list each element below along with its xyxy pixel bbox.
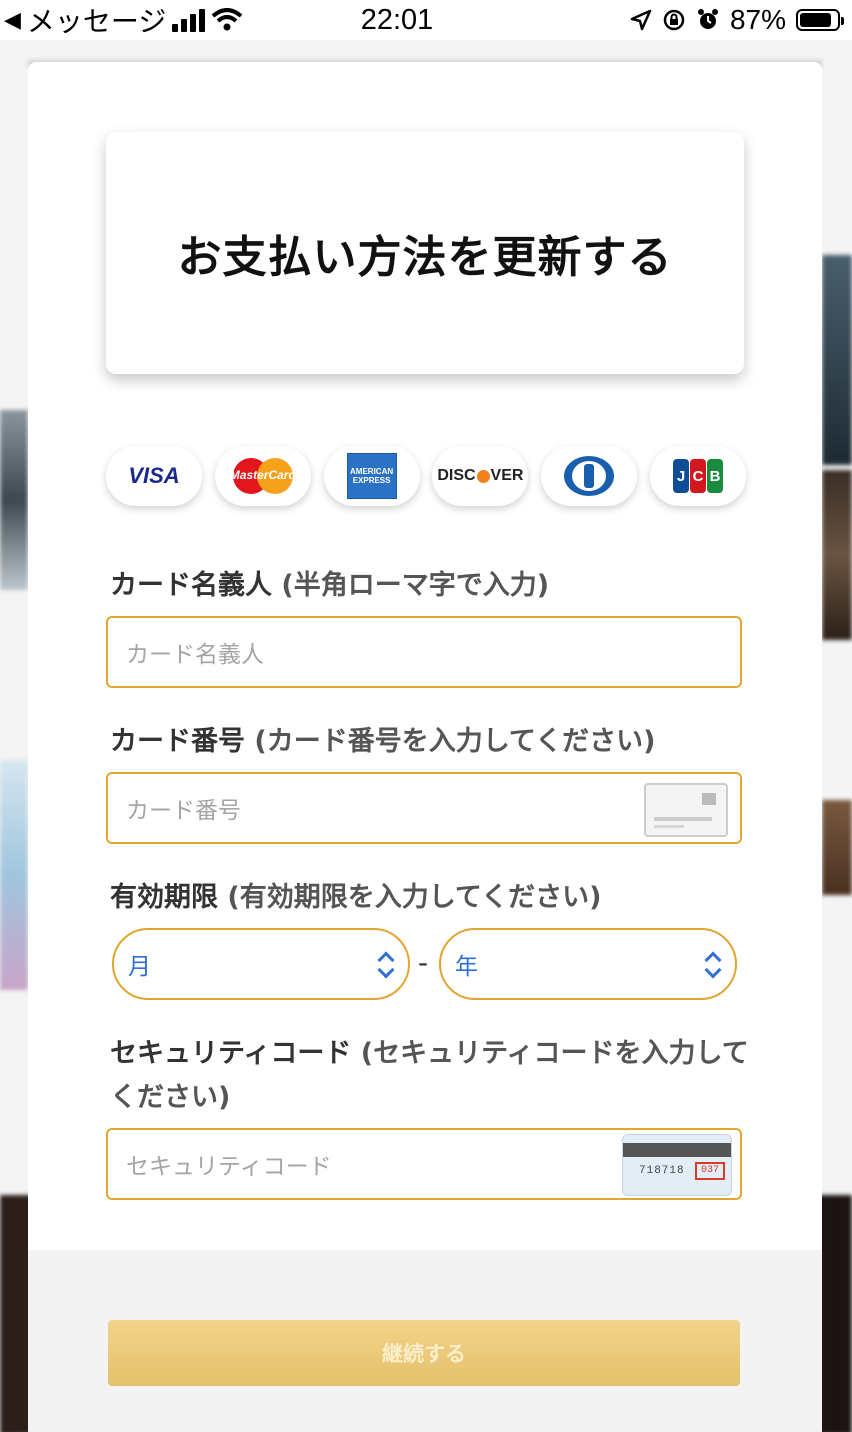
title-card: お支払い方法を更新する <box>106 132 744 374</box>
diners-logo <box>541 446 638 506</box>
card-holder-hint: (半角ローマ字で入力) <box>281 570 550 601</box>
expiry-label: 有効期限 (有効期限を入力してください) <box>110 876 750 920</box>
cvv-sample-code: 037 <box>695 1162 725 1180</box>
background-image <box>822 800 852 895</box>
mastercard-icon: MasterCard <box>229 456 297 496</box>
battery-icon <box>796 9 844 31</box>
card-holder-input[interactable]: カード名義人 <box>106 616 742 688</box>
expiry-hint: (有効期限を入力してください) <box>227 882 602 913</box>
cellular-signal-icon <box>172 8 206 32</box>
battery-percent: 87% <box>729 4 786 35</box>
card-number-input[interactable]: カード番号 <box>106 772 742 844</box>
card-holder-label: カード名義人 (半角ローマ字で入力) <box>110 564 750 608</box>
card-back-cvv-icon: 718718 037 <box>622 1134 732 1196</box>
chevron-updown-icon <box>703 950 723 982</box>
amex-logo: AMERICAN EXPRESS <box>323 446 420 506</box>
card-number-placeholder: カード番号 <box>126 798 241 824</box>
card-front-icon <box>644 783 728 837</box>
card-holder-label-text: カード名義人 <box>110 570 272 601</box>
card-number-hint: (カード番号を入力してください) <box>254 726 656 757</box>
status-bar: ◀ メッセージ 22:01 87% <box>0 0 852 40</box>
expiry-year-value: 年 <box>455 954 478 980</box>
background-image <box>822 470 852 640</box>
expiry-month-select[interactable]: 月 <box>112 928 410 1000</box>
expiry-separator: - <box>418 946 429 979</box>
visa-label: VISA <box>128 463 180 488</box>
status-left: ◀ メッセージ <box>4 0 334 40</box>
back-arrow-icon[interactable]: ◀ <box>4 7 21 33</box>
discover-icon: DISC VER <box>437 467 524 484</box>
card-number-label-text: カード番号 <box>110 726 245 757</box>
mastercard-logo: MasterCard <box>214 446 311 506</box>
amex-label: AMERICAN EXPRESS <box>350 467 394 485</box>
discover-logo: DISC VER <box>432 446 529 506</box>
payment-modal: お支払い方法を更新する VISA MasterCard AMERICAN EXP… <box>28 62 822 1432</box>
chevron-updown-icon <box>376 950 396 982</box>
expiry-label-text: 有効期限 <box>110 882 218 913</box>
battery-fill <box>800 13 832 27</box>
jcb-logo: JCB <box>649 446 746 506</box>
card-brand-list: VISA MasterCard AMERICAN EXPRESS DISC VER… <box>106 446 746 506</box>
background-image <box>822 255 852 465</box>
background-image <box>0 760 28 990</box>
continue-button[interactable]: 継続する <box>108 1320 740 1386</box>
modal-title: お支払い方法を更新する <box>177 232 673 283</box>
alarm-icon <box>697 9 718 29</box>
location-arrow-icon <box>630 9 652 31</box>
expiry-year-select[interactable]: 年 <box>439 928 737 1000</box>
security-code-label-text: セキュリティコード <box>110 1038 352 1069</box>
security-code-label: セキュリティコード (セキュリティコードを入力してください) <box>110 1032 750 1120</box>
cvv-sample-number: 718718 <box>639 1165 685 1177</box>
jcb-icon: JCB <box>672 459 723 493</box>
visa-logo: VISA <box>106 446 202 506</box>
wifi-icon <box>212 8 243 31</box>
card-number-label: カード番号 (カード番号を入力してください) <box>110 720 750 764</box>
back-app-label[interactable]: メッセージ <box>27 0 166 40</box>
rotation-lock-icon <box>663 9 685 31</box>
security-code-placeholder: セキュリティコード <box>126 1154 332 1180</box>
expiry-month-value: 月 <box>128 954 151 980</box>
amex-icon: AMERICAN EXPRESS <box>346 453 397 499</box>
background-image <box>0 410 28 590</box>
card-holder-placeholder: カード名義人 <box>126 642 264 668</box>
security-code-input[interactable]: セキュリティコード 718718 037 <box>106 1128 742 1200</box>
mastercard-label: MasterCard <box>229 468 296 482</box>
diners-icon <box>564 456 615 496</box>
clock: 22:01 <box>360 3 434 36</box>
status-right: 87% <box>630 4 844 36</box>
